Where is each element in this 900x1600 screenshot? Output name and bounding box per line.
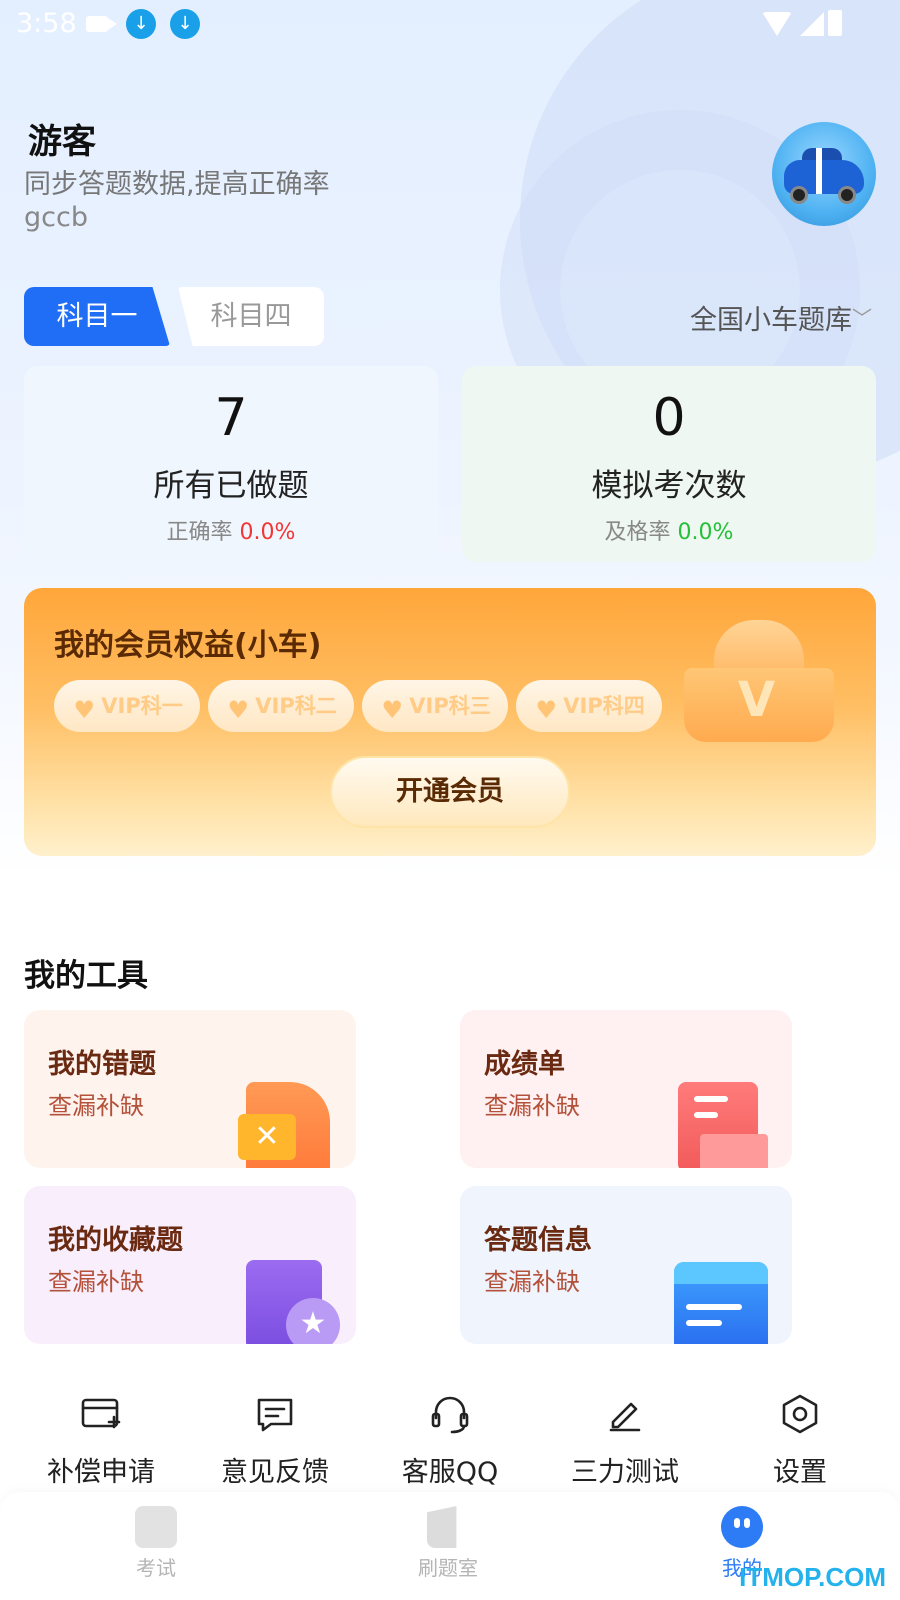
tool-score-report[interactable]: 成绩单 查漏补缺 — [460, 1010, 792, 1168]
stat-value: 7 — [214, 388, 248, 448]
tab-subject-four[interactable]: 科目四 — [178, 287, 324, 346]
stat-rate: 正确率 0.0% — [24, 514, 438, 546]
user-subtitle: 同步答题数据,提高正确率 — [24, 169, 330, 200]
card-plus-icon — [81, 1398, 121, 1429]
rate-label: 正确率 — [166, 520, 233, 545]
crown-v-mark: V — [738, 672, 776, 728]
tab-subject-one[interactable]: 科目一 — [24, 287, 170, 346]
status-bar: 3:58 ↓ ↓ — [0, 0, 900, 48]
stat-rate: 及格率 0.0% — [462, 514, 876, 546]
download-icon: ↓ — [126, 9, 156, 39]
quick-action-label: 意见反馈 — [221, 1457, 329, 1488]
answer-info-line — [686, 1304, 742, 1310]
nav-label: 考试 — [136, 1556, 176, 1580]
vip-title: 我的会员权益(小车) — [54, 628, 322, 663]
heart-icon: ♥ — [73, 696, 96, 724]
avatar[interactable] — [772, 122, 876, 226]
feedback-icon — [257, 1398, 293, 1432]
rate-value: 0.0% — [677, 520, 734, 545]
quick-action-label: 三力测试 — [571, 1457, 679, 1488]
quick-action-customer-service[interactable]: 客服QQ — [375, 1392, 525, 1489]
chip-label: VIP科三 — [409, 694, 491, 718]
settings-icon — [782, 1394, 818, 1434]
tool-favorites[interactable]: 我的收藏题 查漏补缺 ★ — [24, 1186, 356, 1344]
rate-label: 及格率 — [604, 520, 671, 545]
tool-title: 我的错题 — [48, 1049, 156, 1080]
tool-title: 我的收藏题 — [48, 1225, 183, 1256]
headset-icon — [431, 1396, 469, 1434]
heart-icon: ♥ — [535, 696, 558, 724]
quick-action-settings[interactable]: 设置 — [725, 1392, 875, 1489]
download-icon: ↓ — [170, 9, 200, 39]
mine-face-icon — [721, 1506, 763, 1548]
stat-value: 0 — [652, 388, 686, 448]
heart-icon: ♥ — [227, 696, 250, 724]
tool-title: 成绩单 — [484, 1049, 565, 1080]
tool-subtitle: 查漏补缺 — [484, 1092, 580, 1120]
open-membership-button[interactable]: 开通会员 — [330, 756, 570, 828]
vip-chip-subject-four[interactable]: ♥ VIP科四 — [516, 680, 662, 732]
answer-info-line — [686, 1320, 722, 1326]
quick-action-label: 客服QQ — [401, 1457, 499, 1488]
vip-chip-subject-three[interactable]: ♥ VIP科三 — [362, 680, 508, 732]
nav-item-practice-room[interactable]: 刷题室 — [388, 1506, 508, 1581]
quick-action-label: 补偿申请 — [47, 1457, 155, 1488]
battery-icon — [828, 10, 842, 36]
quick-action-three-ability-test[interactable]: 三力测试 — [550, 1392, 700, 1489]
chip-label: VIP科二 — [255, 694, 337, 718]
section-title-tools: 我的工具 — [24, 958, 148, 994]
heart-icon: ♥ — [381, 696, 404, 724]
tool-subtitle: 查漏补缺 — [484, 1268, 580, 1296]
rate-value: 0.0% — [239, 520, 296, 545]
quick-action-label: 设置 — [773, 1457, 827, 1488]
vip-chip-subject-two[interactable]: ♥ VIP科二 — [208, 680, 354, 732]
crown-icon: V — [664, 616, 854, 746]
score-report-icon-base — [700, 1134, 768, 1168]
chip-label: VIP科四 — [563, 694, 645, 718]
star-icon: ★ — [286, 1298, 340, 1344]
nav-item-exam[interactable]: 考试 — [96, 1506, 216, 1581]
answer-info-icon — [674, 1262, 768, 1344]
signal-icon — [800, 12, 824, 36]
chip-label: VIP科一 — [101, 694, 183, 718]
user-id: gccb — [24, 202, 88, 233]
car-wheel — [838, 186, 856, 204]
car-wheel — [790, 186, 808, 204]
exam-icon — [135, 1506, 177, 1548]
stat-label: 所有已做题 — [153, 468, 309, 504]
stat-label: 模拟考次数 — [591, 468, 747, 504]
stat-card-mock-exams[interactable]: 0 模拟考次数 及格率 0.0% — [462, 366, 876, 562]
stat-card-done-questions[interactable]: 7 所有已做题 正确率 0.0% — [24, 366, 438, 562]
tool-subtitle: 查漏补缺 — [48, 1268, 144, 1296]
status-time: 3:58 — [16, 8, 77, 39]
user-name[interactable]: 游客 — [28, 114, 96, 163]
watermark: ITMOP.COM — [739, 1562, 886, 1592]
vip-benefits-card[interactable]: 我的会员权益(小车) V ♥ VIP科一 ♥ VIP科二 ♥ VIP科三 ♥ VIP科四… — [24, 588, 876, 856]
vip-chip-subject-one[interactable]: ♥ VIP科一 — [54, 680, 200, 732]
tool-answer-info[interactable]: 答题信息 查漏补缺 — [460, 1186, 792, 1344]
video-camera-icon — [86, 16, 117, 32]
wifi-icon — [762, 12, 792, 36]
pen-icon — [609, 1402, 641, 1432]
tool-subtitle: 查漏补缺 — [48, 1092, 144, 1120]
practice-room-icon — [427, 1506, 457, 1548]
chevron-down-icon[interactable]: ﹀ — [852, 302, 872, 331]
tool-title: 答题信息 — [484, 1225, 592, 1256]
question-bank-selector[interactable]: 全国小车题库 — [690, 298, 852, 337]
tool-wrong-questions[interactable]: 我的错题 查漏补缺 ✕ — [24, 1010, 356, 1168]
quick-action-compensation[interactable]: 补偿申请 — [26, 1392, 176, 1489]
quick-action-feedback[interactable]: 意见反馈 — [200, 1392, 350, 1489]
car-stripe — [816, 148, 822, 194]
close-icon: ✕ — [238, 1114, 296, 1160]
nav-label: 刷题室 — [418, 1556, 478, 1580]
